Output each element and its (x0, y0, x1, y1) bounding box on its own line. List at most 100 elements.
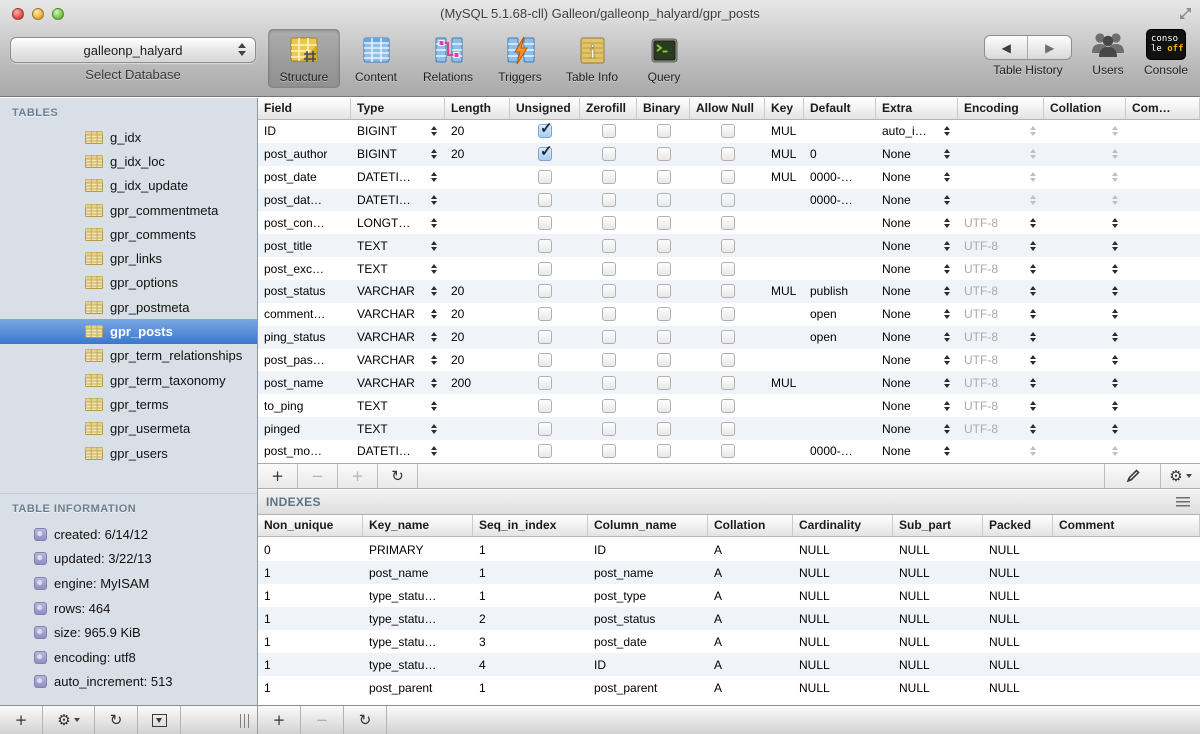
checkbox[interactable] (657, 330, 671, 344)
refresh-fields-button[interactable]: ↻ (378, 464, 418, 488)
checkbox[interactable] (602, 422, 616, 436)
stepper-control[interactable] (1030, 401, 1036, 411)
stepper-control[interactable] (431, 355, 437, 365)
sidebar-table-item[interactable]: gpr_terms (0, 392, 257, 416)
stepper-control[interactable] (431, 241, 437, 251)
checkbox[interactable] (721, 422, 735, 436)
edit-field-button[interactable] (1104, 464, 1160, 488)
index-row[interactable]: 1type_statu…4IDANULLNULLNULL (258, 653, 1200, 676)
index-row[interactable]: 1post_name1post_nameANULLNULLNULL (258, 561, 1200, 584)
add-index-button[interactable]: + (258, 706, 301, 734)
sidebar-table-item[interactable]: gpr_term_taxonomy (0, 368, 257, 392)
stepper-control[interactable] (431, 332, 437, 342)
checkbox[interactable] (602, 307, 616, 321)
add-table-button[interactable]: + (0, 706, 43, 734)
checkbox[interactable] (721, 262, 735, 276)
checkbox[interactable] (721, 239, 735, 253)
column-header[interactable]: Default (804, 98, 876, 119)
column-header[interactable]: Allow Null (690, 98, 765, 119)
checkbox[interactable] (602, 216, 616, 230)
toggle-console-button[interactable] (138, 706, 181, 734)
sidebar-table-item[interactable]: gpr_users (0, 441, 257, 465)
stepper-control[interactable] (1112, 241, 1118, 251)
stepper-control[interactable] (1112, 218, 1118, 228)
sidebar-table-item[interactable]: gpr_term_relationships (0, 344, 257, 368)
checkbox[interactable] (721, 284, 735, 298)
stepper-control[interactable] (944, 264, 950, 274)
stepper-control[interactable] (944, 126, 950, 136)
column-header[interactable]: Key_name (363, 515, 473, 536)
stepper-control[interactable] (944, 309, 950, 319)
stepper-control[interactable] (944, 172, 950, 182)
checkbox[interactable] (602, 262, 616, 276)
remove-field-button[interactable]: − (298, 464, 338, 488)
checkbox[interactable] (602, 284, 616, 298)
stepper-control[interactable] (944, 149, 950, 159)
stepper-control[interactable] (1030, 218, 1036, 228)
column-header[interactable]: Collation (1044, 98, 1126, 119)
sidebar-table-item[interactable]: gpr_links (0, 246, 257, 270)
resize-grip[interactable] (240, 714, 251, 728)
stepper-control[interactable] (944, 241, 950, 251)
stepper-control[interactable] (1030, 355, 1036, 365)
stepper-control[interactable] (1030, 446, 1036, 456)
stepper-control[interactable] (1112, 355, 1118, 365)
checkbox[interactable] (538, 216, 552, 230)
stepper-control[interactable] (1112, 172, 1118, 182)
stepper-control[interactable] (431, 286, 437, 296)
checkbox[interactable] (538, 444, 552, 458)
checkbox[interactable] (538, 376, 552, 390)
checkbox[interactable] (602, 330, 616, 344)
tab-content[interactable]: Content (340, 29, 412, 88)
checkbox[interactable] (657, 376, 671, 390)
history-forward-button[interactable]: ▶ (1028, 36, 1071, 59)
column-header[interactable]: Length (445, 98, 510, 119)
stepper-control[interactable] (1030, 149, 1036, 159)
checkbox[interactable] (602, 239, 616, 253)
checkbox[interactable] (721, 444, 735, 458)
stepper-control[interactable] (1030, 424, 1036, 434)
stepper-control[interactable] (1112, 424, 1118, 434)
field-row[interactable]: post_mo…DATETI…0000-…None (258, 440, 1200, 463)
stepper-control[interactable] (431, 264, 437, 274)
checkbox[interactable] (538, 422, 552, 436)
column-header[interactable]: Comment (1053, 515, 1200, 536)
field-row[interactable]: to_pingTEXTNoneUTF-8 (258, 394, 1200, 417)
checkbox[interactable] (657, 193, 671, 207)
users-button[interactable]: Users (1090, 29, 1126, 77)
checkbox[interactable] (721, 216, 735, 230)
checkbox[interactable] (538, 399, 552, 413)
checkbox[interactable] (538, 353, 552, 367)
checkbox[interactable] (657, 170, 671, 184)
stepper-control[interactable] (1030, 195, 1036, 205)
column-header[interactable]: Type (351, 98, 445, 119)
stepper-control[interactable] (944, 446, 950, 456)
sidebar-table-item[interactable]: gpr_commentmeta (0, 198, 257, 222)
stepper-control[interactable] (1112, 195, 1118, 205)
stepper-control[interactable] (944, 218, 950, 228)
stepper-control[interactable] (431, 446, 437, 456)
table-actions-gear-button[interactable]: ⚙ (43, 706, 95, 734)
stepper-control[interactable] (1112, 332, 1118, 342)
checkbox[interactable] (657, 262, 671, 276)
column-header[interactable]: Com… (1126, 98, 1200, 119)
field-row[interactable]: post_titleTEXTNoneUTF-8 (258, 234, 1200, 257)
checkbox[interactable] (721, 330, 735, 344)
stepper-control[interactable] (1112, 446, 1118, 456)
stepper-control[interactable] (944, 286, 950, 296)
checkbox[interactable] (657, 444, 671, 458)
checkbox[interactable] (602, 376, 616, 390)
history-back-button[interactable]: ◀ (985, 36, 1029, 59)
index-row[interactable]: 1type_statu…2post_statusANULLNULLNULL (258, 607, 1200, 630)
stepper-control[interactable] (431, 218, 437, 228)
checkbox[interactable] (538, 307, 552, 321)
index-row[interactable]: 0PRIMARY1IDANULLNULLNULL (258, 538, 1200, 561)
tab-table-info[interactable]: i Table Info (556, 29, 628, 88)
sidebar-table-item[interactable]: gpr_comments (0, 222, 257, 246)
checkbox[interactable] (538, 170, 552, 184)
console-button[interactable]: console off Console (1144, 29, 1188, 77)
duplicate-field-button[interactable]: + (338, 464, 378, 488)
tab-query[interactable]: Query (628, 29, 700, 88)
column-header[interactable]: Unsigned (510, 98, 580, 119)
checkbox[interactable] (657, 124, 671, 138)
